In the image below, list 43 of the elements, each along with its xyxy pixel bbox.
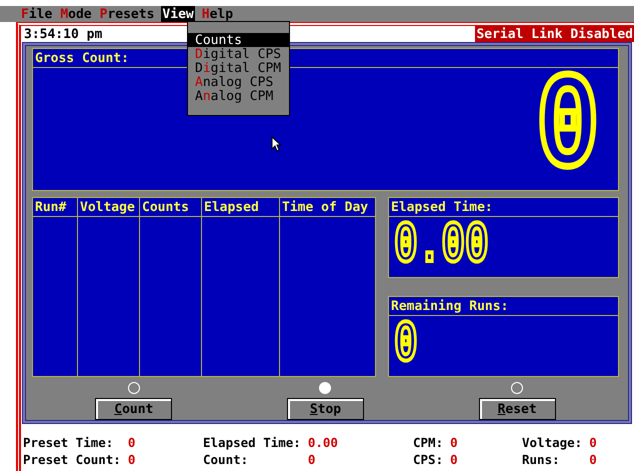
status-label: Runs: [522, 454, 561, 466]
clock-time: 3:54:10 pm [24, 28, 102, 40]
column-header: Elapsed [204, 200, 259, 214]
status-label: Voltage: [522, 437, 582, 450]
panel-title: Remaining Runs: [391, 300, 508, 312]
column-header: Time of Day [282, 200, 368, 214]
status-value: 0 [450, 454, 458, 466]
control-button[interactable]: Stop [286, 398, 364, 420]
radio-button[interactable] [511, 382, 524, 394]
mouse-pointer-icon [271, 136, 281, 152]
panel-title: Elapsed Time: [391, 200, 493, 214]
menu-item[interactable]: File [20, 6, 54, 22]
status-value: 0 [128, 437, 136, 450]
control-button[interactable]: Count [95, 398, 172, 420]
status-value: 0 [128, 454, 136, 466]
status-label: Count: [203, 454, 250, 466]
status-value: 0.00 [308, 437, 338, 450]
menu-option[interactable]: Digital CPM [188, 61, 289, 75]
menu-item[interactable]: View [161, 6, 195, 22]
radio-button[interactable] [128, 382, 140, 394]
status-value: 0 [589, 437, 597, 450]
menu-item[interactable]: Mode [59, 6, 93, 22]
menu-item[interactable]: Help [200, 6, 234, 22]
column-header: Run# [35, 200, 66, 214]
menu-option[interactable]: Analog CPM [188, 89, 289, 103]
status-label: CPS: [413, 454, 444, 466]
menu-option[interactable]: Counts [188, 33, 289, 47]
column-header: Counts [142, 200, 189, 214]
serial-link-status: Serial Link Disabled [475, 26, 634, 42]
menu-option[interactable]: Digital CPS [188, 47, 289, 61]
status-value: 0 [308, 454, 316, 466]
menu-item[interactable]: Presets [98, 6, 156, 22]
status-value: 0 [450, 437, 458, 450]
menu-option[interactable]: Analog CPS [188, 75, 289, 89]
radio-button[interactable] [319, 382, 332, 394]
status-label: Preset Time: [23, 437, 114, 450]
status-label: CPM: [413, 437, 444, 450]
status-label: Elapsed Time: [203, 437, 301, 450]
column-header: Voltage [80, 200, 135, 214]
control-button[interactable]: Reset [478, 398, 556, 420]
status-label: Preset Count: [23, 454, 121, 466]
status-value: 0 [589, 454, 597, 466]
panel-title: Gross Count: [35, 52, 129, 64]
